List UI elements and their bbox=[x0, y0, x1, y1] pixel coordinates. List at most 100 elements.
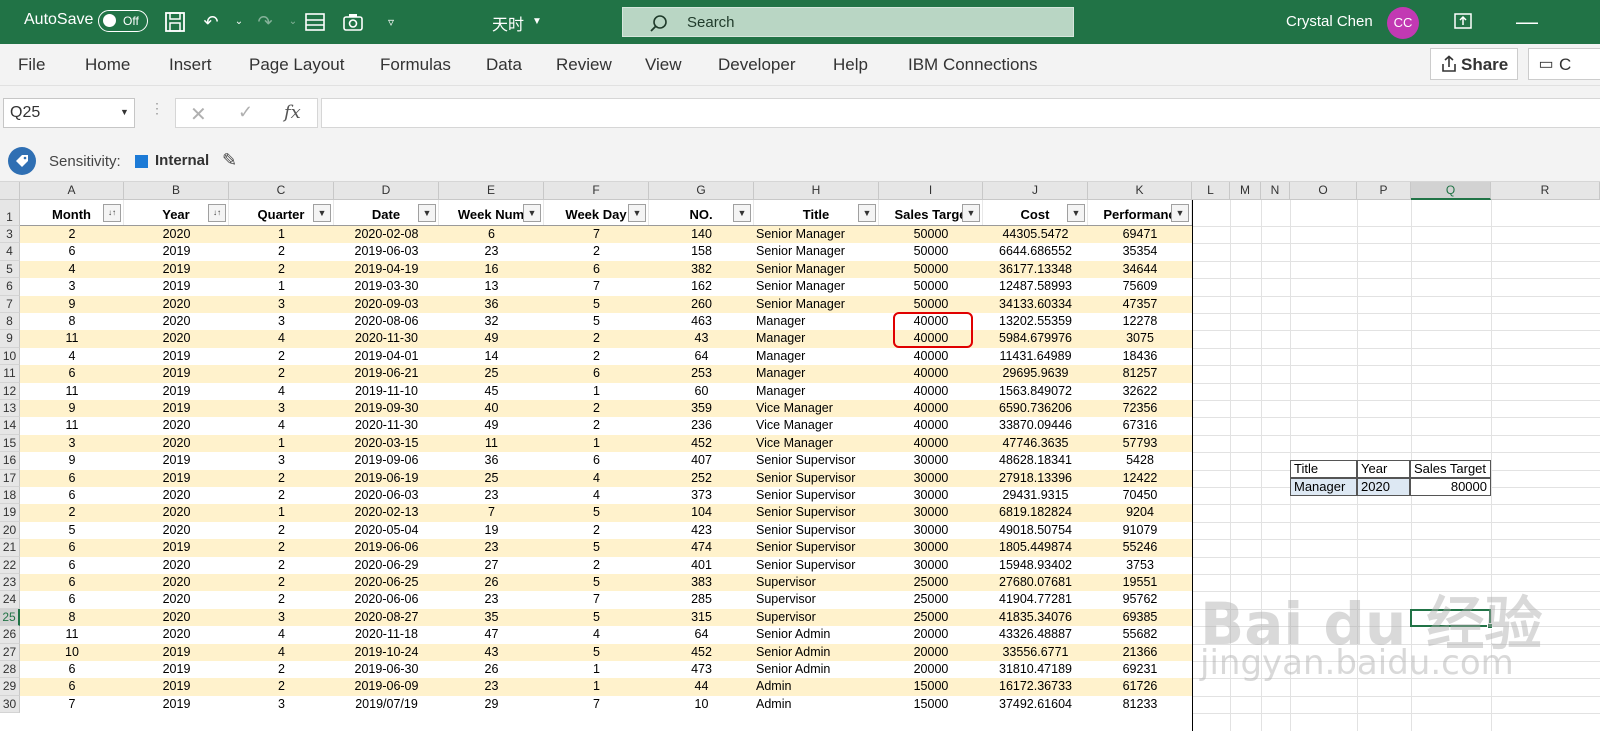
table-cell[interactable]: 401 bbox=[649, 557, 754, 574]
table-cell[interactable]: 2020 bbox=[124, 313, 229, 330]
table-cell[interactable]: 36177.13348 bbox=[983, 261, 1088, 278]
table-cell[interactable]: 474 bbox=[649, 539, 754, 556]
table-cell[interactable]: 30000 bbox=[879, 504, 983, 521]
table-cell[interactable]: 69471 bbox=[1088, 226, 1192, 243]
table-cell[interactable]: 373 bbox=[649, 487, 754, 504]
filter-dropdown-button[interactable]: ▼ bbox=[858, 204, 876, 222]
table-cell[interactable]: 2019 bbox=[124, 644, 229, 661]
row-header-18[interactable]: 18 bbox=[0, 487, 20, 505]
table-cell[interactable]: 2020-02-13 bbox=[334, 504, 439, 521]
table-cell[interactable]: 11 bbox=[20, 626, 124, 643]
table-cell[interactable]: 158 bbox=[649, 243, 754, 260]
table-cell[interactable]: 2019 bbox=[124, 278, 229, 295]
table-cell[interactable]: 2 bbox=[229, 539, 334, 556]
table-cell[interactable]: Manager bbox=[754, 365, 879, 382]
row-header-1[interactable]: 1 bbox=[0, 200, 20, 226]
table-cell[interactable]: 2019-06-21 bbox=[334, 365, 439, 382]
criteria-headers-cell[interactable]: Year bbox=[1357, 460, 1410, 479]
table-cell[interactable]: 2020-03-15 bbox=[334, 435, 439, 452]
tab-help[interactable]: Help bbox=[833, 55, 868, 75]
table-cell[interactable]: 7 bbox=[544, 278, 649, 295]
table-cell[interactable]: 35354 bbox=[1088, 243, 1192, 260]
table-cell[interactable]: 23 bbox=[439, 539, 544, 556]
column-header-j[interactable]: J bbox=[983, 182, 1088, 200]
table-cell[interactable]: 30000 bbox=[879, 522, 983, 539]
table-cell[interactable]: 34644 bbox=[1088, 261, 1192, 278]
tab-view[interactable]: View bbox=[645, 55, 682, 75]
table-cell[interactable]: 2 bbox=[229, 661, 334, 678]
table-cell[interactable]: 315 bbox=[649, 609, 754, 626]
table-cell[interactable]: 236 bbox=[649, 417, 754, 434]
table-cell[interactable]: 2019 bbox=[124, 661, 229, 678]
row-header-19[interactable]: 19 bbox=[0, 504, 20, 522]
cancel-icon[interactable]: ✕ bbox=[190, 102, 207, 127]
table-cell[interactable]: 2020-05-04 bbox=[334, 522, 439, 539]
table-cell[interactable]: 50000 bbox=[879, 226, 983, 243]
insert-function-icon[interactable]: fx bbox=[284, 102, 301, 123]
table-cell[interactable]: 3 bbox=[229, 400, 334, 417]
table-cell[interactable]: 29695.9639 bbox=[983, 365, 1088, 382]
table-cell[interactable]: 2020 bbox=[124, 626, 229, 643]
column-header-r[interactable]: R bbox=[1491, 182, 1600, 200]
table-cell[interactable]: 60 bbox=[649, 383, 754, 400]
table-cell[interactable]: Senior Manager bbox=[754, 243, 879, 260]
column-header-o[interactable]: O bbox=[1290, 182, 1357, 200]
table-cell[interactable]: Senior Supervisor bbox=[754, 470, 879, 487]
table-cell[interactable]: 15000 bbox=[879, 696, 983, 713]
table-cell[interactable]: 6 bbox=[20, 574, 124, 591]
table-cell[interactable]: 2020-06-25 bbox=[334, 574, 439, 591]
table-cell[interactable]: 16172.36733 bbox=[983, 678, 1088, 695]
row-header-21[interactable]: 21 bbox=[0, 539, 20, 557]
minimize-icon[interactable]: — bbox=[1516, 11, 1538, 33]
document-name[interactable]: 天时 bbox=[492, 11, 524, 35]
table-cell[interactable]: 1 bbox=[544, 678, 649, 695]
table-cell[interactable]: 48628.18341 bbox=[983, 452, 1088, 469]
table-cell[interactable]: Vice Manager bbox=[754, 417, 879, 434]
table-cell[interactable]: 104 bbox=[649, 504, 754, 521]
row-header-8[interactable]: 8 bbox=[0, 313, 20, 331]
column-header-e[interactable]: E bbox=[439, 182, 544, 200]
table-cell[interactable]: 11 bbox=[439, 435, 544, 452]
row-header-17[interactable]: 17 bbox=[0, 469, 20, 487]
row-header-4[interactable]: 4 bbox=[0, 243, 20, 261]
row-header-25[interactable]: 25 bbox=[0, 608, 20, 627]
table-cell[interactable]: 15948.93402 bbox=[983, 557, 1088, 574]
table-cell[interactable]: 2019 bbox=[124, 261, 229, 278]
table-cell[interactable]: 452 bbox=[649, 644, 754, 661]
table-cell[interactable]: 2020-09-03 bbox=[334, 296, 439, 313]
filter-dropdown-button[interactable]: ▼ bbox=[628, 204, 646, 222]
table-cell[interactable]: 2 bbox=[229, 348, 334, 365]
table-cell[interactable]: 452 bbox=[649, 435, 754, 452]
name-box[interactable]: Q25 ▼ bbox=[3, 98, 135, 128]
table-cell[interactable]: Admin bbox=[754, 696, 879, 713]
table-cell[interactable]: 13 bbox=[439, 278, 544, 295]
share-button[interactable]: Share bbox=[1430, 48, 1518, 80]
table-cell[interactable]: 6644.686552 bbox=[983, 243, 1088, 260]
tab-developer[interactable]: Developer bbox=[718, 55, 796, 75]
select-all-corner[interactable] bbox=[0, 182, 20, 200]
table-cell[interactable]: 4 bbox=[229, 626, 334, 643]
table-cell[interactable]: 2019 bbox=[124, 383, 229, 400]
table-cell[interactable]: 6 bbox=[20, 661, 124, 678]
table-cell[interactable]: 4 bbox=[544, 470, 649, 487]
row-header-10[interactable]: 10 bbox=[0, 347, 20, 366]
table-cell[interactable]: 252 bbox=[649, 470, 754, 487]
table-cell[interactable]: 2020 bbox=[124, 557, 229, 574]
table-cell[interactable]: 2 bbox=[229, 574, 334, 591]
table-cell[interactable]: Senior Manager bbox=[754, 278, 879, 295]
table-cell[interactable]: 2020-11-30 bbox=[334, 330, 439, 347]
table-cell[interactable]: Senior Admin bbox=[754, 644, 879, 661]
column-header-k[interactable]: K bbox=[1088, 182, 1192, 200]
row-header-3[interactable]: 3 bbox=[0, 226, 20, 244]
table-cell[interactable]: 44 bbox=[649, 678, 754, 695]
table-cell[interactable]: 25000 bbox=[879, 574, 983, 591]
table-cell[interactable]: 2019-06-30 bbox=[334, 661, 439, 678]
table-cell[interactable]: 50000 bbox=[879, 278, 983, 295]
redo-dropdown-icon[interactable]: ⌄ bbox=[282, 11, 304, 33]
table-cell[interactable]: 2020 bbox=[124, 487, 229, 504]
table-cell[interactable]: 2019-10-24 bbox=[334, 644, 439, 661]
row-header-30[interactable]: 30 bbox=[0, 695, 20, 714]
table-cell[interactable]: 36 bbox=[439, 296, 544, 313]
table-cell[interactable]: 49018.50754 bbox=[983, 522, 1088, 539]
row-header-6[interactable]: 6 bbox=[0, 278, 20, 296]
